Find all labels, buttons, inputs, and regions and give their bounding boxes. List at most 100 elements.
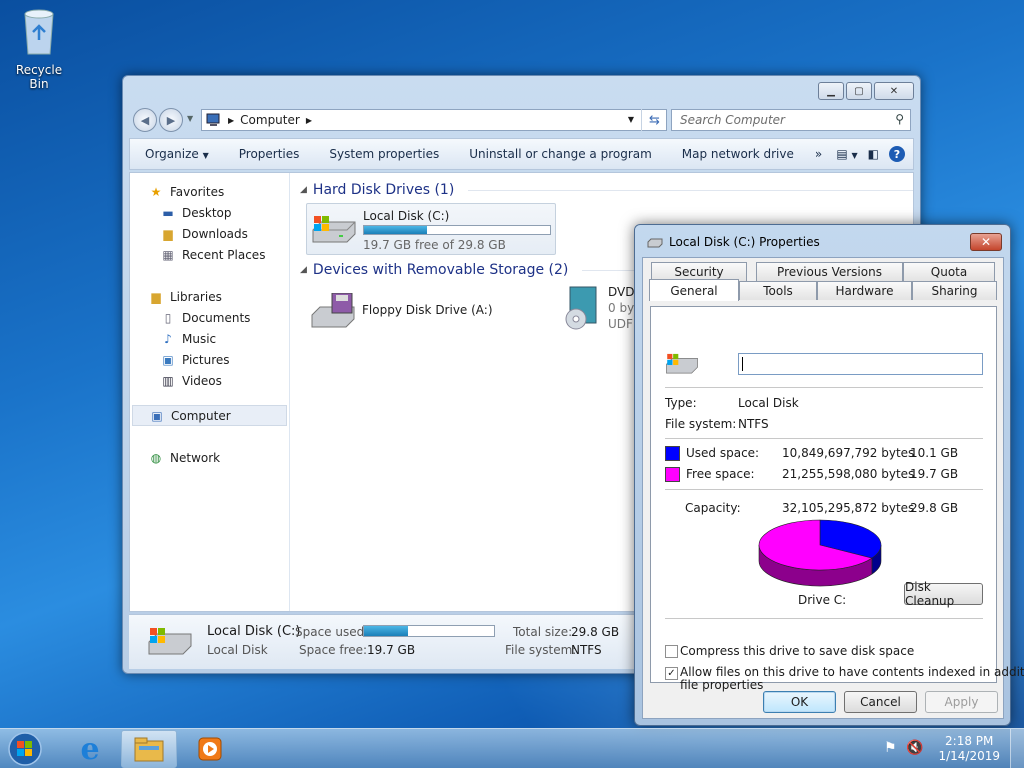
apply-button[interactable]: Apply bbox=[925, 691, 998, 713]
properties-dialog[interactable]: Local Disk (C:) Properties ✕ Security Pr… bbox=[634, 224, 1024, 726]
recent-pages-chevron-icon[interactable]: ▼ bbox=[187, 114, 193, 123]
volume-muted-icon[interactable]: 🔇 bbox=[906, 740, 923, 756]
index-contents-label-2: file properties bbox=[680, 678, 764, 692]
nav-pictures[interactable]: ▣ Pictures bbox=[130, 349, 289, 370]
space-used-label: Space used: bbox=[295, 625, 369, 639]
forward-button[interactable]: ▶ bbox=[159, 108, 183, 132]
system-tray: ⚑ 🔇 2:18 PM 1/14/2019 bbox=[874, 729, 1024, 768]
compress-drive-checkbox[interactable] bbox=[665, 645, 678, 658]
nav-computer[interactable]: ▣ Computer bbox=[132, 405, 287, 426]
command-bar: Organize ▼ Properties System properties … bbox=[129, 138, 914, 170]
properties-button[interactable]: Properties bbox=[224, 147, 315, 161]
taskbar-media-player[interactable] bbox=[182, 730, 238, 768]
show-desktop-button[interactable] bbox=[1010, 729, 1024, 768]
drive-usage-bar bbox=[363, 225, 551, 235]
address-row: ◀ ▶ ▼ ▶ Computer ▶ ▼ ⇆ Search Computer ⚲ bbox=[129, 106, 914, 134]
start-button[interactable] bbox=[3, 730, 47, 768]
dialog-body: Security Previous Versions Quota General… bbox=[642, 257, 1024, 719]
clock[interactable]: 2:18 PM 1/14/2019 bbox=[938, 734, 1000, 764]
close-icon: ✕ bbox=[889, 85, 899, 97]
type-value: Local Disk bbox=[738, 396, 799, 410]
free-space-gb: 19.7 GB bbox=[910, 467, 959, 481]
space-free-value: 19.7 GB bbox=[367, 643, 416, 657]
nav-libraries[interactable]: ▆ Libraries bbox=[130, 286, 289, 307]
computer-icon: ▣ bbox=[151, 408, 163, 423]
group-header-hdd[interactable]: ◢ Hard Disk Drives (1) bbox=[300, 179, 913, 201]
address-dropdown-icon[interactable]: ▼ bbox=[628, 115, 634, 124]
search-icon[interactable]: ⚲ bbox=[895, 112, 904, 126]
map-network-drive-button[interactable]: Map network drive bbox=[667, 147, 809, 161]
downloads-folder-icon: ▆ bbox=[163, 226, 173, 241]
nav-music[interactable]: ♪ Music bbox=[130, 328, 289, 349]
collapse-triangle-icon[interactable]: ◢ bbox=[300, 265, 307, 275]
change-view-icon[interactable]: ▤ ▼ bbox=[836, 147, 857, 161]
nav-network[interactable]: ◍ Network bbox=[130, 447, 289, 468]
dialog-close-button[interactable]: ✕ bbox=[970, 233, 1002, 251]
hard-drive-icon bbox=[148, 628, 192, 655]
recycle-bin-desktop-icon[interactable]: Recycle Bin bbox=[6, 6, 72, 91]
disk-cleanup-button[interactable]: Disk Cleanup bbox=[904, 580, 983, 608]
breadcrumb-arrow-icon[interactable]: ▶ bbox=[306, 116, 312, 125]
tab-quota[interactable]: Quota bbox=[903, 262, 995, 281]
search-placeholder: Search Computer bbox=[680, 113, 785, 127]
documents-icon: ▯ bbox=[164, 310, 172, 325]
organize-dropdown-icon: ▼ bbox=[202, 151, 209, 160]
nav-favorites[interactable]: ★ Favorites bbox=[130, 181, 289, 202]
tab-sharing[interactable]: Sharing bbox=[912, 281, 997, 300]
dvd-drive-name: DVD bbox=[608, 285, 635, 299]
search-input[interactable]: Search Computer ⚲ bbox=[671, 109, 911, 131]
drive-title-icon bbox=[647, 238, 663, 248]
nav-downloads[interactable]: ▆ Downloads bbox=[130, 223, 289, 244]
refresh-button[interactable]: ⇆ bbox=[641, 109, 667, 131]
tab-hardware[interactable]: Hardware bbox=[817, 281, 912, 300]
minimize-button[interactable]: ▁ bbox=[818, 82, 844, 100]
floppy-drive-tile[interactable]: Floppy Disk Drive (A:) bbox=[306, 289, 546, 337]
ok-button[interactable]: OK bbox=[763, 691, 836, 713]
dvd-drive-icon bbox=[565, 286, 597, 330]
drive-letter-label: Drive C: bbox=[798, 593, 847, 607]
back-button[interactable]: ◀ bbox=[133, 108, 157, 132]
back-arrow-icon: ◀ bbox=[140, 113, 150, 127]
uninstall-program-button[interactable]: Uninstall or change a program bbox=[454, 147, 667, 161]
tab-previous-versions[interactable]: Previous Versions bbox=[756, 262, 903, 281]
system-properties-button[interactable]: System properties bbox=[314, 147, 454, 161]
breadcrumb-arrow-icon[interactable]: ▶ bbox=[228, 116, 234, 125]
index-contents-checkbox[interactable]: ✓ bbox=[665, 667, 678, 680]
taskbar-internet-explorer[interactable]: e bbox=[62, 730, 118, 768]
volume-label-input[interactable] bbox=[738, 353, 983, 375]
more-commands-button[interactable]: » bbox=[809, 147, 828, 161]
action-center-flag-icon[interactable]: ⚑ bbox=[884, 740, 897, 756]
details-drive-type: Local Disk bbox=[207, 643, 268, 657]
nav-desktop[interactable]: ▬ Desktop bbox=[130, 202, 289, 223]
compress-drive-label: Compress this drive to save disk space bbox=[680, 644, 915, 658]
dvd-drive-info: 0 by bbox=[608, 301, 635, 315]
tab-tools[interactable]: Tools bbox=[739, 281, 817, 300]
space-used-bar bbox=[363, 625, 495, 637]
close-button[interactable]: ✕ bbox=[874, 82, 914, 100]
organize-button[interactable]: Organize ▼ bbox=[130, 147, 224, 161]
cancel-button[interactable]: Cancel bbox=[844, 691, 917, 713]
local-disk-c-tile[interactable]: Local Disk (C:) 19.7 GB free of 29.8 GB bbox=[306, 203, 556, 255]
recent-places-icon: ▦ bbox=[162, 247, 174, 262]
nav-recent-places[interactable]: ▦ Recent Places bbox=[130, 244, 289, 265]
breadcrumb-computer[interactable]: Computer bbox=[240, 113, 300, 127]
collapse-triangle-icon[interactable]: ◢ bbox=[300, 185, 307, 195]
floppy-drive-icon bbox=[311, 293, 355, 328]
dvd-drive-fs: UDF bbox=[608, 317, 633, 331]
total-size-value: 29.8 GB bbox=[571, 625, 620, 639]
free-space-swatch bbox=[665, 467, 680, 482]
network-icon: ◍ bbox=[150, 450, 162, 465]
hard-drive-icon bbox=[312, 216, 356, 243]
free-space-label: Free space: bbox=[686, 467, 755, 481]
drive-name: Local Disk (C:) bbox=[363, 209, 450, 223]
total-size-label: Total size: bbox=[513, 625, 573, 639]
minimize-icon: ▁ bbox=[827, 85, 835, 97]
tab-general[interactable]: General bbox=[649, 279, 739, 301]
nav-videos[interactable]: ▥ Videos bbox=[130, 370, 289, 391]
help-icon[interactable]: ? bbox=[889, 146, 905, 162]
taskbar-windows-explorer[interactable] bbox=[121, 730, 177, 768]
maximize-button[interactable]: ▢ bbox=[846, 82, 872, 100]
address-bar[interactable]: ▶ Computer ▶ ▼ bbox=[201, 109, 667, 131]
preview-pane-icon[interactable]: ◧ bbox=[868, 147, 879, 161]
nav-documents[interactable]: ▯ Documents bbox=[130, 307, 289, 328]
